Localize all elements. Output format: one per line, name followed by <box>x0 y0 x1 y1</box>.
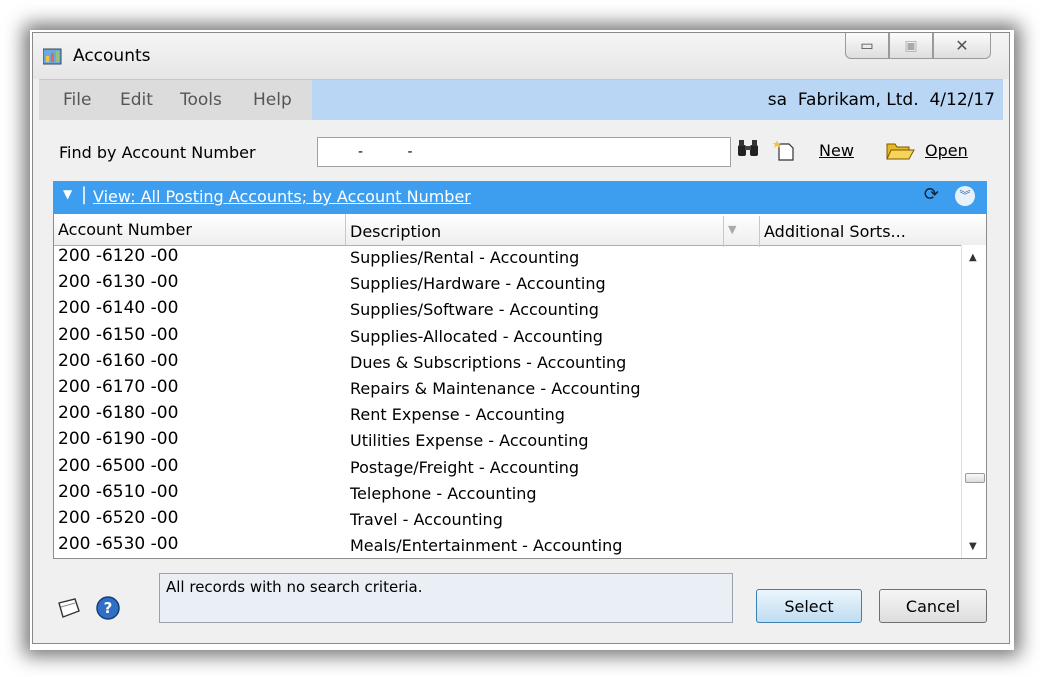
account-number-cell: 200 -6130 -00 <box>58 272 179 293</box>
help-icon[interactable]: ? <box>95 595 121 621</box>
company-name[interactable]: Fabrikam, Ltd. <box>798 90 919 110</box>
table-row[interactable]: 200 -6150 -00 Supplies-Allocated - Accoun… <box>54 324 962 350</box>
description-cell: Telephone - Accounting <box>350 483 537 503</box>
description-cell: Postage/Freight - Accounting <box>350 457 580 477</box>
description-cell: Repairs & Maintenance - Accounting <box>350 378 641 398</box>
account-number-cell: 200 -6190 -00 <box>58 429 179 450</box>
description-cell: Supplies/Rental - Accounting <box>350 248 580 267</box>
new-document-icon <box>773 140 794 161</box>
description-cell: Supplies/Software - Accounting <box>350 300 599 320</box>
scroll-down-icon[interactable]: ▼ <box>969 541 977 552</box>
find-label: Find by Account Number <box>59 143 256 162</box>
table-row[interactable]: 200 -6510 -00 Telephone - Accounting <box>54 481 962 507</box>
account-number-cell: 200 -6500 -00 <box>58 455 179 476</box>
table-row[interactable]: 200 -6140 -00 Supplies/Software - Account… <box>54 297 962 323</box>
note-icon[interactable] <box>55 597 83 619</box>
app-icon <box>43 48 62 65</box>
divider: | <box>81 184 88 205</box>
table-row[interactable]: 200 -6190 -00 Utilities Expense - Account… <box>54 428 962 454</box>
accounts-window: Accounts ▭ ▣ ✕ File Edit Tools Help sa F… <box>32 32 1010 644</box>
minimize-button[interactable]: ▭ <box>845 33 889 59</box>
menu-bar: File Edit Tools Help sa Fabrikam, Ltd. 4… <box>39 79 1003 120</box>
status-message: All records with no search criteria. <box>159 573 733 623</box>
description-cell: Meals/Entertainment - Accounting <box>350 536 623 556</box>
account-number-cell: 200 -6510 -00 <box>58 481 179 502</box>
cancel-button[interactable]: Cancel <box>879 589 987 623</box>
description-cell: Rent Expense - Accounting <box>350 405 565 425</box>
window-title: Accounts <box>73 46 151 66</box>
refresh-icon[interactable]: ⟳ <box>924 184 939 205</box>
account-number-cell: 200 -6150 -00 <box>58 324 179 345</box>
close-icon: ✕ <box>955 36 969 55</box>
account-number-cell: 200 -6120 -00 <box>58 246 179 266</box>
binoculars-icon <box>738 140 758 156</box>
table-row[interactable]: 200 -6130 -00 Supplies/Hardware - Account… <box>54 271 962 297</box>
grid-header: Account Number Description ▼ Additional … <box>54 214 986 247</box>
close-button[interactable]: ✕ <box>933 33 991 59</box>
table-row[interactable]: 200 -6180 -00 Rent Expense - Accounting <box>54 402 962 428</box>
user-company-date-area: sa Fabrikam, Ltd. 4/12/17 <box>312 80 1003 120</box>
maximize-button[interactable]: ▣ <box>889 33 933 59</box>
scroll-thumb[interactable] <box>965 473 985 483</box>
open-label: Open <box>925 140 968 160</box>
open-folder-icon <box>886 143 915 160</box>
table-row[interactable]: 200 -6170 -00 Repairs & Maintenance - Acc… <box>54 376 962 402</box>
col-additional-sorts[interactable]: Additional Sorts... <box>759 216 986 247</box>
table-row[interactable]: 200 -6160 -00 Dues & Subscriptions - Acco… <box>54 350 962 376</box>
account-number-cell: 200 -6140 -00 <box>58 298 179 319</box>
minimize-icon: ▭ <box>860 37 874 54</box>
description-cell: Utilities Expense - Accounting <box>350 431 589 451</box>
user-date[interactable]: 4/12/17 <box>929 90 995 110</box>
menu-edit[interactable]: Edit <box>120 90 153 110</box>
open-button[interactable]: Open <box>885 139 968 161</box>
table-row[interactable]: 200 -6500 -00 Postage/Freight - Accountin… <box>54 455 962 481</box>
menu-tools[interactable]: Tools <box>180 90 222 110</box>
lookup-button[interactable] <box>737 139 759 157</box>
description-cell: Supplies/Hardware - Accounting <box>350 274 606 294</box>
status-text: sa Fabrikam, Ltd. 4/12/17 <box>768 90 995 110</box>
description-cell: Dues & Subscriptions - Accounting <box>350 352 627 372</box>
view-bar: ▼ | View: All Posting Accounts; by Accou… <box>53 181 987 213</box>
maximize-icon: ▣ <box>904 37 918 54</box>
collapse-icon[interactable]: ︾ <box>955 186 975 206</box>
sort-dropdown-icon[interactable]: ▼ <box>724 214 752 245</box>
description-cell: Supplies-Allocated - Accounting <box>350 326 603 346</box>
account-number-cell: 200 -6180 -00 <box>58 403 179 424</box>
description-cell: Travel - Accounting <box>350 509 503 529</box>
menu-help[interactable]: Help <box>253 90 292 110</box>
select-button[interactable]: Select <box>756 589 862 623</box>
account-number-cell: 200 -6160 -00 <box>58 350 179 371</box>
account-number-cell: 200 -6520 -00 <box>58 507 179 528</box>
col-account-number[interactable]: Account Number <box>54 214 346 245</box>
table-row[interactable]: 200 -6530 -00 Meals/Entertainment - Accou… <box>54 533 962 558</box>
window-controls: ▭ ▣ ✕ <box>845 33 991 59</box>
svg-text:?: ? <box>104 599 113 617</box>
title-bar: Accounts ▭ ▣ ✕ <box>33 33 1009 79</box>
view-dropdown-icon[interactable]: ▼ <box>63 187 72 201</box>
account-number-cell: 200 -6170 -00 <box>58 376 179 397</box>
table-row[interactable]: 200 -6520 -00 Travel - Accounting <box>54 507 962 533</box>
scroll-up-icon[interactable]: ▲ <box>969 252 977 263</box>
view-selector[interactable]: View: All Posting Accounts; by Account N… <box>93 187 471 206</box>
col-description[interactable]: Description <box>346 216 724 247</box>
accounts-grid: Account Number Description ▼ Additional … <box>53 213 987 559</box>
user-name[interactable]: sa <box>768 90 787 110</box>
grid-rows: 200 -6120 -00 Supplies/Rental - Accountin… <box>54 245 962 558</box>
new-label: New <box>819 140 854 160</box>
menu-file[interactable]: File <box>63 90 91 110</box>
table-row[interactable]: 200 -6120 -00 Supplies/Rental - Accountin… <box>54 245 962 271</box>
account-number-cell: 200 -6530 -00 <box>58 534 179 555</box>
vertical-scrollbar[interactable]: ▲ ▼ <box>961 245 986 558</box>
find-account-input[interactable] <box>317 137 731 167</box>
new-button[interactable]: New <box>773 139 854 161</box>
